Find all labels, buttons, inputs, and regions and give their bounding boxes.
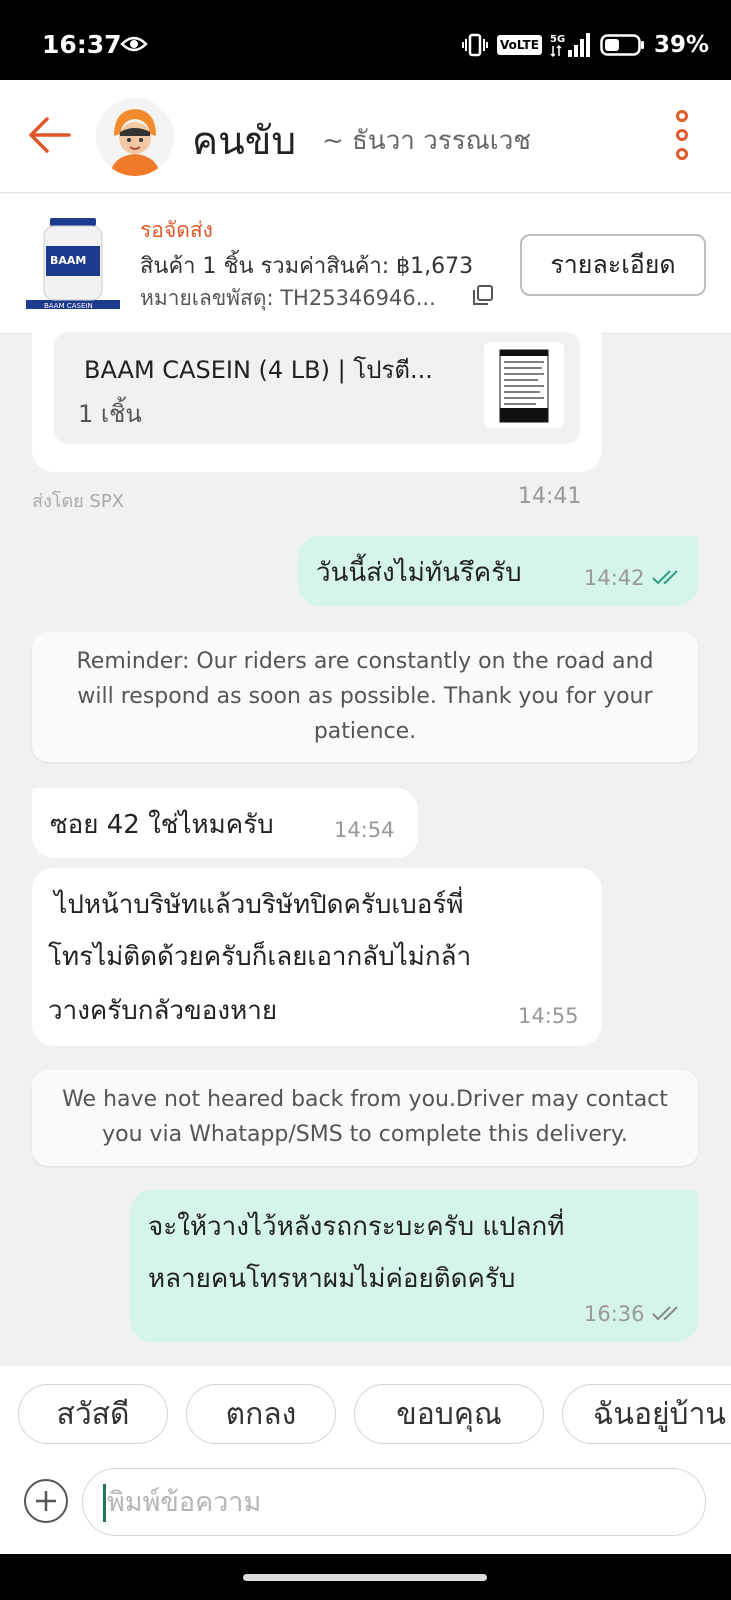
- message-time: 14:55: [518, 1004, 579, 1028]
- back-button[interactable]: [24, 110, 74, 160]
- tracking-number: หมายเลขพัสดุ: TH25346946...: [140, 286, 436, 310]
- more-dot-icon: [676, 129, 688, 141]
- quick-reply-chip[interactable]: ตกลง: [186, 1384, 336, 1444]
- status-bar: 16:37 VoLTE 5G 39%: [0, 0, 731, 80]
- plus-icon: [36, 1491, 56, 1511]
- more-options-button[interactable]: [670, 110, 694, 160]
- read-check-icon: [652, 1306, 678, 1321]
- product-quantity: 1 เชิ้น: [78, 400, 142, 428]
- back-arrow-icon: [29, 117, 71, 153]
- read-check-icon: [652, 570, 678, 585]
- copy-icon[interactable]: [472, 284, 494, 306]
- message-text-line: หลายคนโทรหาผมไม่ค่อยติดครับ: [148, 1264, 516, 1294]
- status-icons: VoLTE 5G 39%: [461, 32, 709, 58]
- message-text-line: จะให้วางไว้หลังรถกระบะครับ แปลกที่: [148, 1212, 565, 1242]
- home-indicator[interactable]: [243, 1574, 487, 1581]
- message-text-line: โทรไม่ติดด้วยครับก็เลยเอากลับไม่กล้า: [48, 942, 472, 972]
- product-thumb-label: BAAM CASEIN: [44, 302, 93, 310]
- vibrate-icon: [462, 33, 489, 57]
- battery-percent: 39%: [653, 32, 709, 58]
- message-text-line: วางครับกลัวของหาย: [48, 996, 278, 1026]
- system-notice: We have not heared back from you.Driver …: [32, 1070, 698, 1166]
- chat-subtitle: ~ ธันวา วรรณเวช: [322, 126, 531, 156]
- order-status: รอจัดส่ง: [140, 218, 213, 242]
- quick-reply-chip[interactable]: สวัสดี: [18, 1384, 168, 1444]
- system-nav-bar: [0, 1554, 731, 1600]
- add-attachment-button[interactable]: [24, 1479, 68, 1523]
- quick-reply-chip[interactable]: ฉันอยู่บ้าน: [562, 1384, 731, 1444]
- incoming-message[interactable]: ไปหน้าบริษัทแล้วบริษัทปิดครับเบอร์พี่ โท…: [32, 868, 602, 1046]
- svg-text:BAAM: BAAM: [50, 254, 86, 267]
- battery-icon: [600, 34, 644, 56]
- more-dot-icon: [676, 110, 688, 122]
- message-time: 14:42: [584, 566, 645, 590]
- message-text: ซอย 42 ใช่ไหมครับ: [50, 810, 274, 840]
- eye-icon: [120, 36, 148, 52]
- avatar[interactable]: [96, 98, 174, 176]
- order-detail-button[interactable]: รายละเอียด: [520, 234, 706, 296]
- sent-by-label: ส่งโดย SPX: [32, 491, 125, 512]
- status-time: 16:37: [42, 30, 122, 59]
- more-dot-icon: [676, 148, 688, 160]
- quick-reply-chip[interactable]: ขอบคุณ: [354, 1384, 544, 1444]
- svg-text:5G: 5G: [550, 34, 565, 45]
- order-summary-bar: BAAM BAAM CASEIN รอจัดส่ง สินค้า 1 ชิ้น …: [0, 194, 731, 334]
- incoming-message[interactable]: ซอย 42 ใช่ไหมครับ 14:54: [32, 788, 418, 858]
- message-time: 16:36: [584, 1302, 645, 1326]
- message-input[interactable]: [82, 1468, 706, 1536]
- product-thumbnail[interactable]: BAAM BAAM CASEIN: [22, 214, 124, 310]
- nutrition-label-icon: [499, 349, 549, 423]
- product-image: [484, 342, 564, 428]
- outgoing-message[interactable]: วันนี้ส่งไม่ทันรึครับ 14:42: [298, 536, 698, 606]
- message-text: วันนี้ส่งไม่ทันรึครับ: [316, 558, 522, 588]
- message-text-line: ไปหน้าบริษัทแล้วบริษัทปิดครับเบอร์พี่: [46, 890, 464, 920]
- product-card[interactable]: BAAM CASEIN (4 LB) | โปรตี... 1 เชิ้น: [54, 332, 580, 444]
- product-card-message[interactable]: BAAM CASEIN (4 LB) | โปรตี... 1 เชิ้น: [32, 320, 602, 472]
- chat-header: คนขับ ~ ธันวา วรรณเวช: [0, 80, 731, 193]
- text-caret: [103, 1484, 106, 1522]
- order-summary: สินค้า 1 ชิ้น รวมค่าสินค้า: ฿1,673: [140, 254, 474, 279]
- signal-icon: 5G: [550, 33, 590, 58]
- message-time: 14:41: [518, 484, 582, 509]
- volte-badge: VoLTE: [497, 35, 542, 55]
- driver-avatar-icon: [96, 98, 174, 176]
- chat-title: คนขับ: [192, 119, 297, 164]
- composer-bar: [0, 1454, 731, 1554]
- product-name: BAAM CASEIN (4 LB) | โปรตี...: [84, 356, 433, 384]
- system-reminder: Reminder: Our riders are constantly on t…: [32, 632, 698, 762]
- quick-replies: สวัสดี ตกลง ขอบคุณ ฉันอยู่บ้าน: [0, 1366, 731, 1454]
- message-time: 14:54: [334, 818, 395, 842]
- outgoing-message[interactable]: จะให้วางไว้หลังรถกระบะครับ แปลกที่ หลายค…: [130, 1190, 698, 1342]
